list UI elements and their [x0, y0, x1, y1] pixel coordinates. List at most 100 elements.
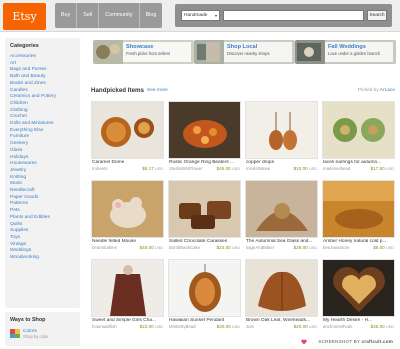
- item-price: $35.00 USD: [371, 324, 394, 329]
- promo-subtitle: Discover nearby shops: [227, 51, 270, 56]
- search-button[interactable]: Search: [367, 10, 387, 21]
- item-title[interactable]: laces earrings for autumn...: [323, 160, 395, 165]
- category-link[interactable]: Dolls and Miniatures: [10, 121, 75, 128]
- item-seller[interactable]: beezwaxstore: [323, 245, 365, 250]
- category-link[interactable]: Glass: [10, 148, 75, 155]
- item-title[interactable]: Needle felted Mouse: [92, 239, 164, 244]
- category-link[interactable]: Books and Zines: [10, 81, 75, 88]
- item-seller[interactable]: sageAndBaker: [246, 245, 288, 250]
- see-more-link[interactable]: See more: [147, 88, 168, 93]
- item-image[interactable]: [168, 101, 241, 159]
- item-title[interactable]: copper drops: [246, 160, 318, 165]
- item-card[interactable]: Amber Honey natural cold p... beezwaxstor…: [322, 180, 395, 252]
- item-price: $39.00 USD: [294, 245, 317, 250]
- item-seller[interactable]: hoamaddfish: [92, 324, 134, 329]
- nav-community[interactable]: Community: [99, 3, 140, 28]
- category-link[interactable]: Needlecraft: [10, 188, 75, 195]
- category-link[interactable]: Woodworking: [10, 255, 75, 262]
- item-image[interactable]: [245, 259, 318, 317]
- search-input[interactable]: [223, 10, 364, 21]
- item-seller[interactable]: StudioWildFlower: [169, 166, 211, 171]
- item-image[interactable]: [91, 259, 164, 317]
- category-link[interactable]: Bath and Beauty: [10, 74, 75, 81]
- search-category-value: Handmade: [184, 13, 208, 18]
- item-currency: USD: [385, 166, 394, 171]
- item-image[interactable]: [322, 180, 395, 238]
- item-title[interactable]: My Hearth Desire - H...: [323, 318, 395, 323]
- category-link[interactable]: Toys: [10, 235, 75, 242]
- item-seller[interactable]: Juts: [246, 324, 288, 329]
- item-seller[interactable]: anchorinethods: [323, 324, 365, 329]
- item-card[interactable]: Brown Oak Leaf, Wireheads... Juts $20.00 U…: [245, 259, 318, 331]
- item-seller[interactable]: marlenesbead: [323, 166, 365, 171]
- handpicked-header: Handpicked Items See more Picked by ArLa…: [91, 87, 395, 97]
- item-card[interactable]: Hawaiian Sunset Pendant MrsbettyBead $30.0…: [168, 259, 241, 331]
- category-link[interactable]: Accessories: [10, 54, 75, 61]
- item-title[interactable]: Sweet and Simple Girls Cha...: [92, 318, 164, 323]
- item-card[interactable]: Sweet and Simple Girls Cha... hoamaddfish…: [91, 259, 164, 331]
- item-card[interactable]: My Hearth Desire - H... anchorinethods $35…: [322, 259, 395, 331]
- item-price-value: $24.00: [216, 244, 231, 250]
- item-currency: USD: [385, 324, 394, 329]
- item-price: $24.00 USD: [217, 245, 240, 250]
- item-card[interactable]: Needle felted Mouse bearmbabies $45.00 USD: [91, 180, 164, 252]
- item-currency: USD: [385, 245, 394, 250]
- item-seller[interactable]: mindsthatwe: [246, 166, 288, 171]
- nav-buy[interactable]: Buy: [55, 3, 78, 28]
- item-price-value: $20.00: [293, 323, 308, 329]
- promo-shop-local[interactable]: Shop Local Discover nearby shops: [194, 40, 295, 64]
- item-card[interactable]: copper drops mindsthatwe $10.00 USD: [245, 101, 318, 173]
- item-currency: USD: [154, 166, 163, 171]
- picked-by-label: Picked by: [357, 88, 379, 93]
- item-title[interactable]: Salted Chocolate Carasses: [169, 239, 241, 244]
- color-swatch-icon: [10, 329, 20, 338]
- item-image[interactable]: [322, 101, 395, 159]
- item-seller[interactable]: bearmbabies: [92, 245, 134, 250]
- item-card[interactable]: laces earrings for autumn... marlenesbead…: [322, 101, 395, 173]
- item-card[interactable]: The Autumnal Sea Glass and... sageAndBake…: [245, 180, 318, 252]
- shop-by-color-link[interactable]: Colors Shop by color: [10, 329, 75, 339]
- item-title[interactable]: The Autumnal Sea Glass and...: [246, 239, 318, 244]
- curator-link[interactable]: ArLace: [380, 88, 395, 93]
- watermark-brand: craftcult.com: [361, 339, 393, 344]
- nav-sell[interactable]: Sell: [77, 3, 100, 28]
- item-title[interactable]: Brown Oak Leaf, Wireheads...: [246, 318, 318, 323]
- item-currency: USD: [231, 245, 240, 250]
- category-list: Accessories Art Bags and Purses Bath and Be…: [10, 54, 75, 262]
- item-title[interactable]: Hawaiian Sunset Pendant: [169, 318, 241, 323]
- category-link[interactable]: Children: [10, 101, 75, 108]
- item-price: $45.00 USD: [140, 245, 163, 250]
- category-link[interactable]: Pets: [10, 208, 75, 215]
- item-image[interactable]: [245, 101, 318, 159]
- item-image[interactable]: [168, 180, 241, 238]
- item-image[interactable]: [322, 259, 395, 317]
- item-card[interactable]: Salted Chocolate Carasses BombBankCake $24…: [168, 180, 241, 252]
- category-link[interactable]: Plants and Edibles: [10, 215, 75, 222]
- item-seller[interactable]: MrsbettyBead: [169, 324, 211, 329]
- promo-subtitle: Fresh picks from sellers: [126, 51, 171, 56]
- item-price-value: $45.00: [139, 244, 154, 250]
- category-link[interactable]: Housewares: [10, 161, 75, 168]
- category-link[interactable]: Geekery: [10, 141, 75, 148]
- item-image[interactable]: [91, 180, 164, 238]
- promo-showcase[interactable]: Showcase Fresh picks from sellers: [93, 40, 194, 64]
- section-title: Handpicked Items: [91, 87, 144, 94]
- category-link[interactable]: Jewelry: [10, 168, 75, 175]
- search-category-select[interactable]: Handmade ▾: [181, 10, 220, 21]
- item-title[interactable]: Caramel Dome: [92, 160, 164, 165]
- item-title[interactable]: Amber Honey natural cold p...: [323, 239, 395, 244]
- category-link[interactable]: Supplies: [10, 228, 75, 235]
- promo-fall-weddings[interactable]: Fall Weddings Love under a golden branch: [295, 40, 396, 64]
- item-price-value: $46.00: [216, 165, 231, 171]
- item-title[interactable]: Rustic Orange Ring Beaters ...: [169, 160, 241, 165]
- item-seller[interactable]: BombBankCake: [169, 245, 211, 250]
- item-image[interactable]: [168, 259, 241, 317]
- etsy-logo[interactable]: Etsy: [3, 3, 46, 30]
- item-card[interactable]: Caramel Dome trobeets $6.17 USD: [91, 101, 164, 173]
- category-link[interactable]: Ceramics and Pottery: [10, 94, 75, 101]
- item-image[interactable]: [245, 180, 318, 238]
- item-seller[interactable]: trobeets: [92, 166, 134, 171]
- item-image[interactable]: [91, 101, 164, 159]
- nav-blog[interactable]: Blog: [139, 3, 163, 28]
- item-card[interactable]: Rustic Orange Ring Beaters ... StudioWild…: [168, 101, 241, 173]
